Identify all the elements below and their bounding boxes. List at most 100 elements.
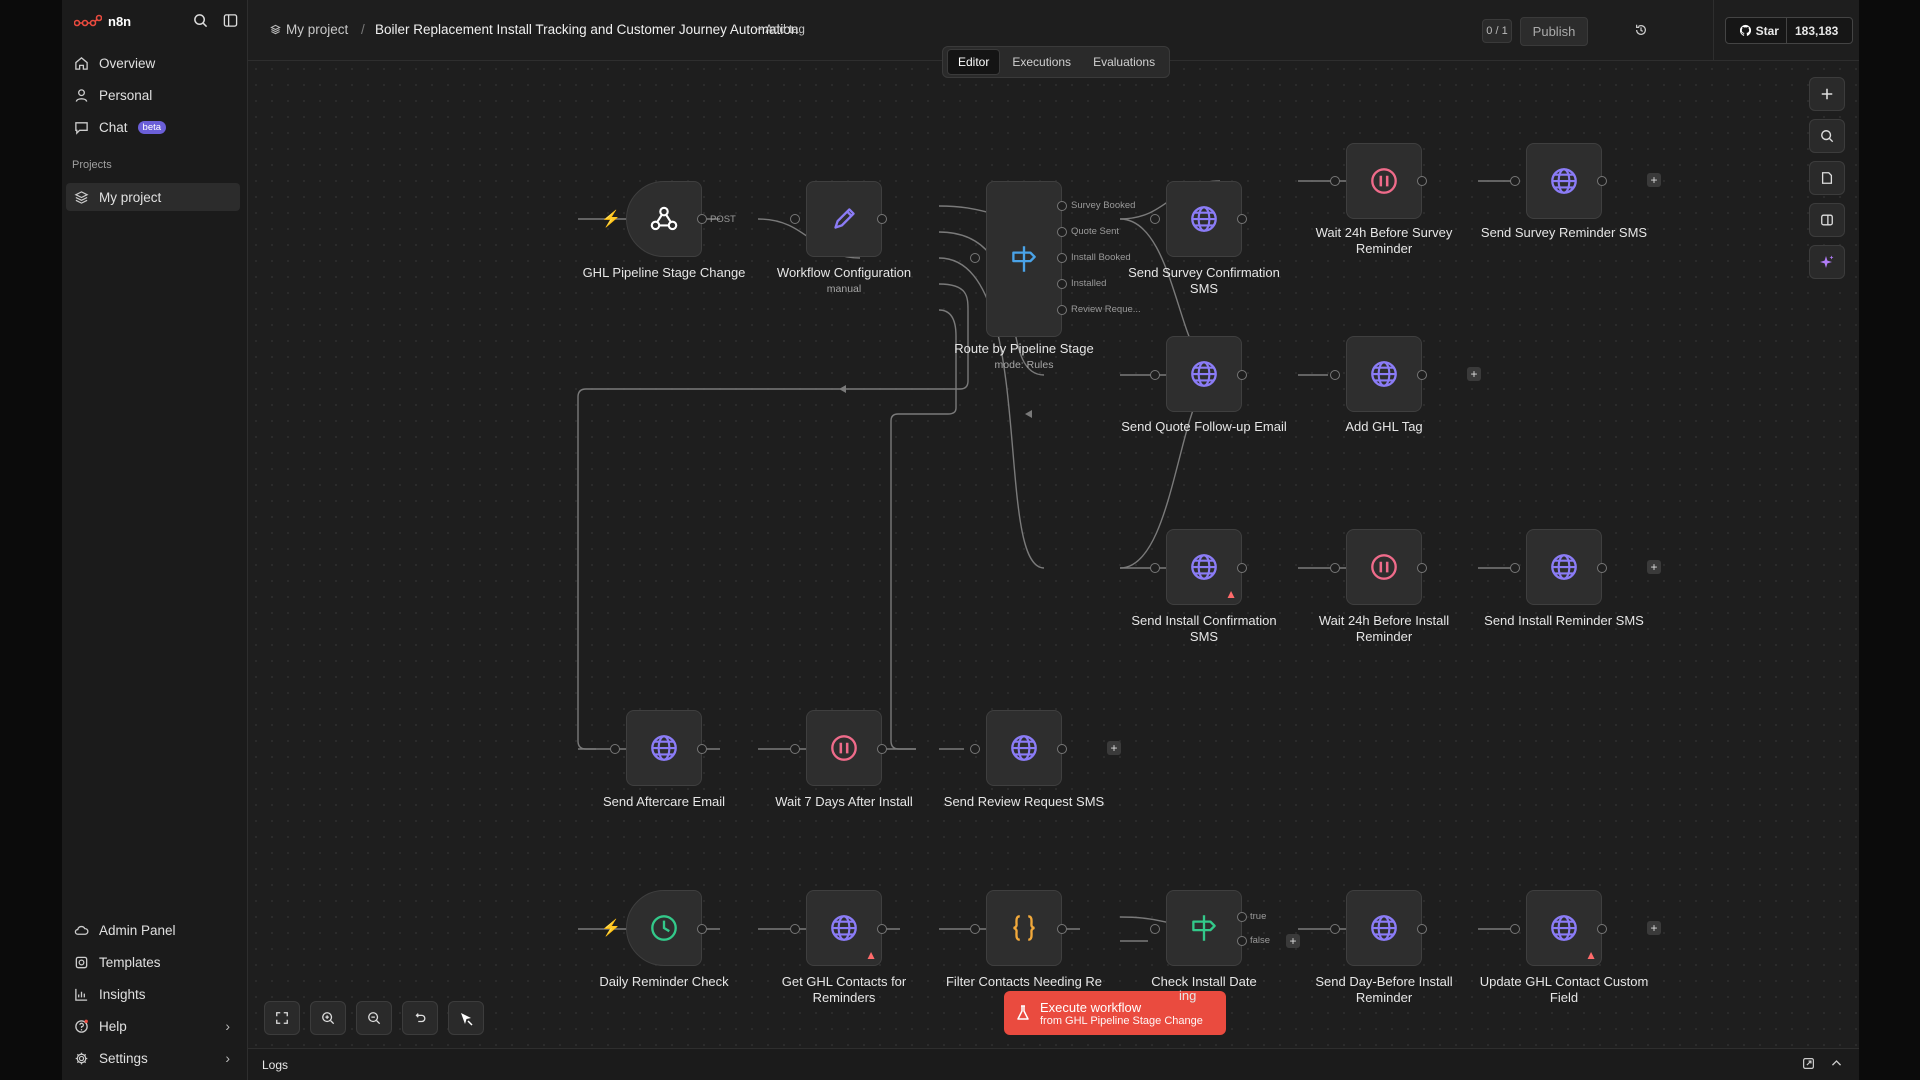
logs-panel-bar[interactable]: Logs: [248, 1048, 1859, 1080]
input-port[interactable]: [1510, 924, 1520, 934]
n8n-logo[interactable]: n8n: [74, 10, 131, 32]
breadcrumb-project[interactable]: My project: [270, 22, 348, 37]
input-port[interactable]: [1150, 214, 1160, 224]
input-port[interactable]: [1330, 563, 1340, 573]
output-port[interactable]: [1417, 924, 1427, 934]
node-send-day-before-install-reminder[interactable]: [1346, 890, 1422, 966]
input-port[interactable]: [790, 214, 800, 224]
add-node-button[interactable]: +: [1286, 934, 1300, 948]
search-icon[interactable]: [1809, 119, 1845, 153]
node-workflow-configuration[interactable]: [806, 181, 882, 257]
sidebar-item-insights[interactable]: Insights: [66, 980, 240, 1008]
output-port[interactable]: [877, 924, 887, 934]
node-send-review-request-sms[interactable]: [986, 710, 1062, 786]
output-port[interactable]: [877, 214, 887, 224]
output-port-false[interactable]: [1237, 936, 1247, 946]
panel-toggle-icon[interactable]: [1809, 203, 1845, 237]
output-port[interactable]: [697, 744, 707, 754]
tab-evaluations[interactable]: Evaluations: [1083, 50, 1165, 74]
node-ghl-pipeline-stage-change[interactable]: [626, 181, 702, 257]
node-add-ghl-tag[interactable]: [1346, 336, 1422, 412]
sticky-note-icon[interactable]: [1809, 161, 1845, 195]
output-port[interactable]: [1057, 305, 1067, 315]
fit-view-icon[interactable]: [264, 1001, 300, 1035]
node-send-aftercare-email[interactable]: [626, 710, 702, 786]
tab-executions[interactable]: Executions: [1002, 50, 1081, 74]
output-port-true[interactable]: [1237, 912, 1247, 922]
sidebar-item-chat[interactable]: Chat beta: [66, 113, 240, 141]
zoom-in-icon[interactable]: [310, 1001, 346, 1035]
output-port[interactable]: [1057, 227, 1067, 237]
popout-icon[interactable]: [1802, 1057, 1815, 1075]
node-get-ghl-contacts-for-reminders[interactable]: ▲: [806, 890, 882, 966]
node-wait-24h-before-install-reminder[interactable]: [1346, 529, 1422, 605]
search-icon[interactable]: [190, 10, 210, 30]
sidebar-item-settings[interactable]: Settings ›: [66, 1044, 240, 1072]
sidebar-item-my-project[interactable]: My project: [66, 183, 240, 211]
add-tag-button[interactable]: + Add tag: [756, 24, 805, 36]
node-check-install-date[interactable]: [1166, 890, 1242, 966]
chevron-up-icon[interactable]: [1830, 1057, 1843, 1075]
input-port[interactable]: [790, 924, 800, 934]
add-node-icon[interactable]: [1809, 77, 1845, 111]
zoom-out-icon[interactable]: [356, 1001, 392, 1035]
input-port[interactable]: [610, 744, 620, 754]
github-star-button[interactable]: Star 183,183: [1725, 17, 1853, 44]
input-port[interactable]: [970, 253, 980, 263]
clear-execution-icon[interactable]: [448, 1001, 484, 1035]
output-port[interactable]: [1057, 744, 1067, 754]
input-port[interactable]: [1510, 176, 1520, 186]
input-port[interactable]: [1150, 924, 1160, 934]
input-port[interactable]: [1510, 563, 1520, 573]
tab-editor[interactable]: Editor: [947, 49, 1001, 75]
add-node-button[interactable]: +: [1107, 741, 1121, 755]
output-port[interactable]: [1597, 924, 1607, 934]
sidebar-item-templates[interactable]: Templates: [66, 948, 240, 976]
undo-icon[interactable]: [402, 1001, 438, 1035]
output-port[interactable]: [1057, 924, 1067, 934]
node-daily-reminder-check[interactable]: [626, 890, 702, 966]
node-route-by-pipeline-stage[interactable]: [986, 181, 1062, 337]
add-node-button[interactable]: +: [1467, 367, 1481, 381]
output-port[interactable]: [697, 924, 707, 934]
input-port[interactable]: [1150, 370, 1160, 380]
output-port[interactable]: [877, 744, 887, 754]
output-port[interactable]: [1237, 563, 1247, 573]
collapse-sidebar-icon[interactable]: [220, 10, 240, 30]
input-port[interactable]: [1330, 176, 1340, 186]
add-node-button[interactable]: +: [1647, 921, 1661, 935]
output-port[interactable]: [1057, 253, 1067, 263]
history-icon[interactable]: [1628, 17, 1654, 43]
output-port[interactable]: [1417, 563, 1427, 573]
output-port[interactable]: [1597, 176, 1607, 186]
input-port[interactable]: [970, 744, 980, 754]
output-port[interactable]: [1057, 279, 1067, 289]
workflow-canvas[interactable]: ⚡ GHL Pipeline Stage Change POST Workflo…: [248, 61, 1859, 1047]
sidebar-item-personal[interactable]: Personal: [66, 81, 240, 109]
input-port[interactable]: [790, 744, 800, 754]
output-port[interactable]: [1057, 201, 1067, 211]
node-send-install-reminder-sms[interactable]: [1526, 529, 1602, 605]
node-send-survey-confirmation-sms[interactable]: [1166, 181, 1242, 257]
input-port[interactable]: [1330, 924, 1340, 934]
output-port[interactable]: [1597, 563, 1607, 573]
output-port[interactable]: [1237, 370, 1247, 380]
ai-sparkle-icon[interactable]: [1809, 245, 1845, 279]
sidebar-item-help[interactable]: Help ›: [66, 1012, 240, 1040]
add-node-button[interactable]: +: [1647, 173, 1661, 187]
add-node-button[interactable]: +: [1647, 560, 1661, 574]
output-port[interactable]: [697, 214, 707, 224]
input-port[interactable]: [1150, 563, 1160, 573]
input-port[interactable]: [1330, 370, 1340, 380]
output-port[interactable]: [1417, 176, 1427, 186]
node-send-quote-follow-up-email[interactable]: [1166, 336, 1242, 412]
output-port[interactable]: [1417, 370, 1427, 380]
output-port[interactable]: [1237, 214, 1247, 224]
node-send-install-confirmation-sms[interactable]: ▲: [1166, 529, 1242, 605]
sidebar-item-admin-panel[interactable]: Admin Panel: [66, 916, 240, 944]
node-update-ghl-contact-custom-field[interactable]: ▲: [1526, 890, 1602, 966]
node-wait-24h-before-survey-reminder[interactable]: [1346, 143, 1422, 219]
version-counter[interactable]: 0 / 1: [1482, 19, 1512, 43]
node-send-survey-reminder-sms[interactable]: [1526, 143, 1602, 219]
sidebar-item-overview[interactable]: Overview: [66, 49, 240, 77]
